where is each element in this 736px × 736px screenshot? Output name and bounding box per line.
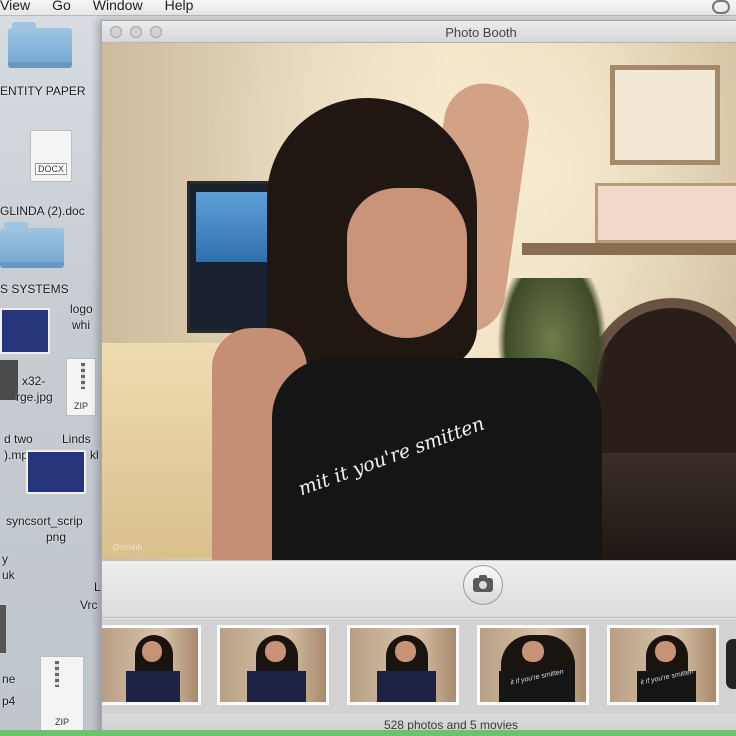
desktop-folder-systems[interactable]: [0, 228, 64, 268]
desktop-label: x32-: [22, 374, 46, 388]
camera-icon: [473, 575, 493, 592]
desktop-label: S SYSTEMS: [0, 282, 69, 296]
desktop-label: GLINDA (2).doc: [0, 204, 85, 218]
zip-icon: ZIP: [40, 656, 84, 732]
desktop-label: p4: [2, 694, 16, 708]
desktop-label: logo: [70, 302, 93, 316]
desktop-label: y: [2, 552, 8, 566]
photo-thumbnail[interactable]: [102, 625, 201, 705]
desktop-zip-1[interactable]: ZIP: [66, 358, 96, 416]
fireplace: [587, 298, 736, 473]
desktop-label: d two: [4, 432, 33, 446]
photo-thumbnail[interactable]: [347, 625, 459, 705]
desktop-label: png: [46, 530, 67, 544]
file-type-tag: ZIP: [73, 401, 88, 411]
desktop-label: kl: [90, 448, 99, 462]
photo-thumbnail[interactable]: it if you're smitten: [607, 625, 719, 705]
window-title: Photo Booth: [445, 25, 517, 40]
desktop-label: ENTITY PAPER: [0, 84, 86, 98]
desktop-label: rge.jpg: [16, 390, 53, 404]
dock-edge: [0, 730, 736, 736]
photo-thumbnail[interactable]: it if you're smitten: [477, 625, 589, 705]
camera-preview: mit it you're smitten @shhhh: [102, 43, 736, 560]
desktop-label: whi: [72, 318, 91, 332]
desktop-file-edge[interactable]: [0, 605, 6, 653]
docx-icon: DOCX: [30, 130, 72, 182]
file-type-tag: DOCX: [35, 163, 67, 175]
desktop-zip-2[interactable]: ZIP: [40, 656, 84, 732]
controls-bar: [102, 560, 736, 618]
desktop-label: syncsort_scrip: [6, 514, 83, 528]
wall-art-frame: [595, 183, 736, 243]
desktop-label: ne: [2, 672, 16, 686]
zip-icon: ZIP: [66, 358, 96, 416]
desktop-label: L: [94, 580, 101, 594]
file-type-tag: ZIP: [54, 717, 69, 727]
mantel: [522, 243, 736, 255]
person-top: [272, 358, 602, 560]
menu-bar: View Go Window Help: [0, 0, 736, 16]
window-titlebar[interactable]: Photo Booth: [102, 21, 736, 43]
folder-icon: [8, 28, 72, 68]
desktop-image-logo[interactable]: [0, 308, 50, 354]
desktop-label: uk: [2, 568, 15, 582]
take-photo-button[interactable]: [463, 565, 503, 605]
menu-view[interactable]: View: [0, 0, 30, 13]
watermark: @shhhh: [112, 543, 142, 552]
wall-art-frame: [610, 65, 720, 165]
desktop-folder-entity-paper[interactable]: [8, 28, 72, 68]
desktop-file-glinda[interactable]: DOCX: [30, 130, 72, 182]
scroll-indicator[interactable]: [726, 639, 736, 689]
creative-cloud-icon[interactable]: [712, 0, 730, 14]
photo-filmstrip: it if you're smitten it if you're smitte…: [102, 619, 736, 714]
menu-go[interactable]: Go: [52, 0, 71, 13]
folder-icon: [0, 228, 64, 268]
desktop-label: Linds: [62, 432, 91, 446]
desktop-image-thumb[interactable]: [26, 450, 86, 494]
desktop-label: Vrc: [80, 598, 98, 612]
menu-help[interactable]: Help: [165, 0, 194, 13]
photo-thumbnail[interactable]: [217, 625, 329, 705]
photo-booth-window: Photo Booth mit it you're smitten @shhhh: [101, 20, 736, 736]
person-face: [347, 188, 467, 338]
menu-window[interactable]: Window: [93, 0, 143, 13]
